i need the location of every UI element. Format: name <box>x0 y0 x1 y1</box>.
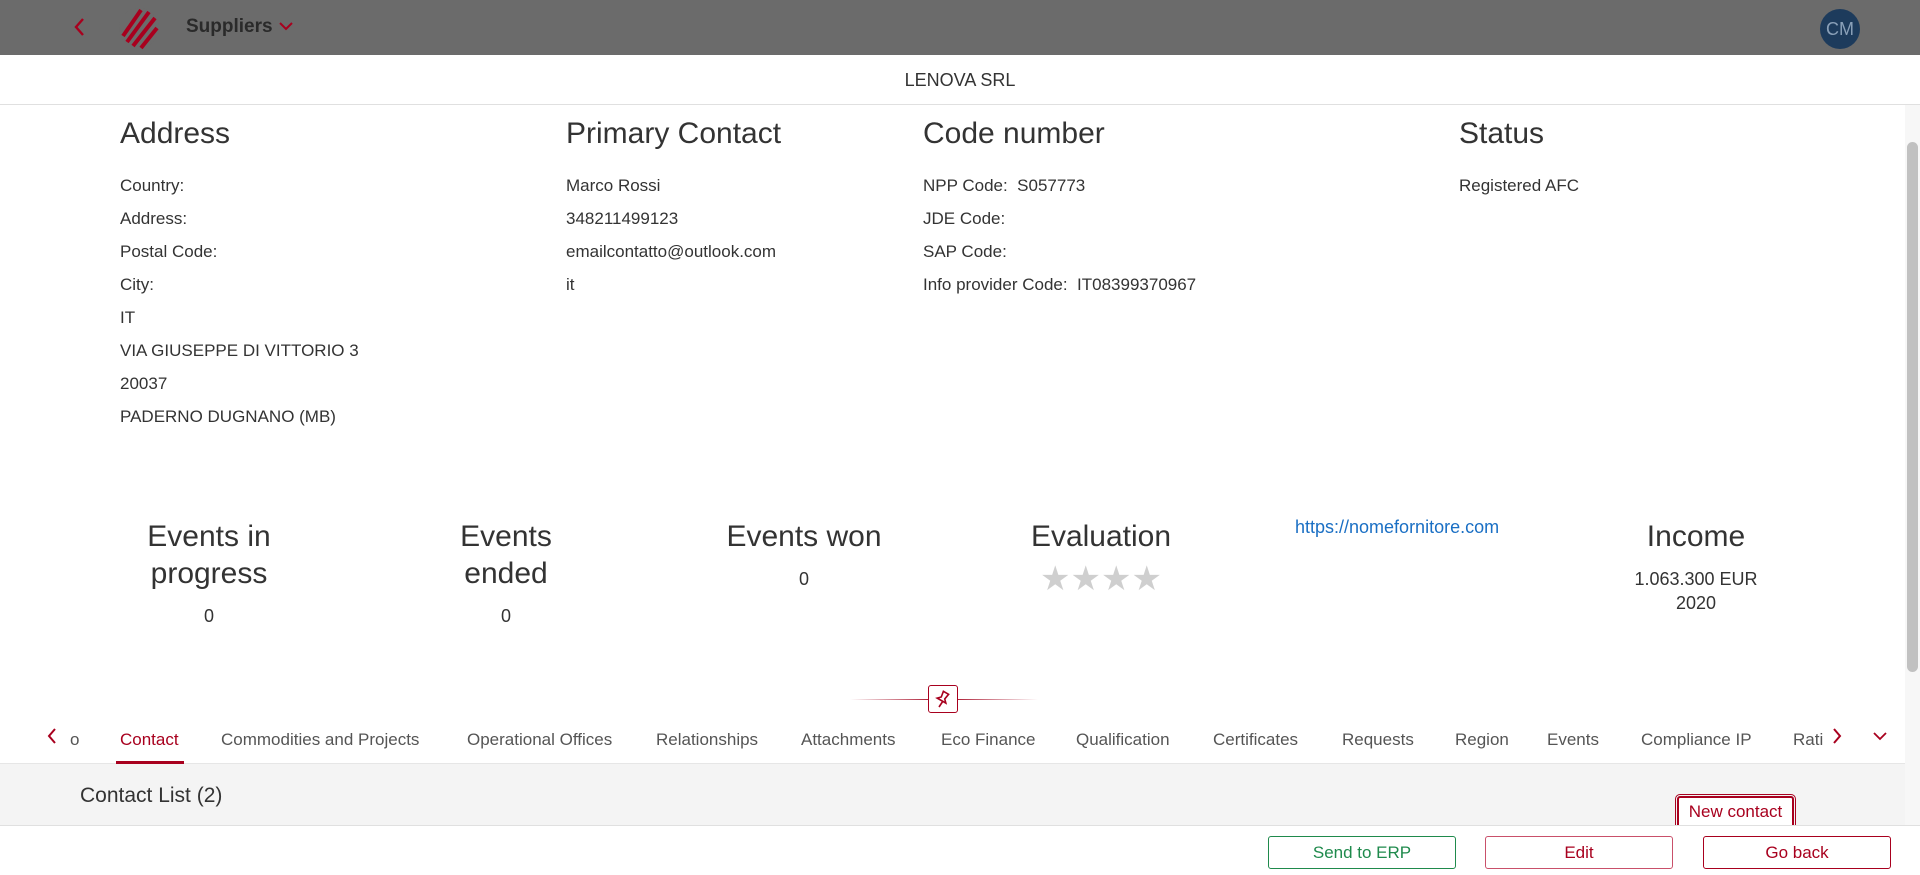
tab-rating-partial[interactable]: Rati <box>1793 730 1835 750</box>
kpi-evaluation: Evaluation ★★★★ <box>1015 518 1187 599</box>
kpi-title: ended <box>464 557 548 590</box>
jde-code: JDE Code: <box>923 209 1006 228</box>
tab-contact[interactable]: Contact <box>120 730 179 750</box>
app-title[interactable]: Suppliers <box>186 16 273 38</box>
sap-code: SAP Code: <box>923 242 1007 261</box>
edit-button[interactable]: Edit <box>1485 836 1673 869</box>
contact-name: Marco Rossi <box>566 176 661 195</box>
chevron-down-icon[interactable] <box>276 16 296 36</box>
address-line: 20037 <box>120 374 168 393</box>
address-line: Postal Code: <box>120 242 218 261</box>
tab-eco-finance[interactable]: Eco Finance <box>941 730 1036 750</box>
footer-bar: Send to ERP Edit Go back <box>0 825 1920 875</box>
tab-operational-offices[interactable]: Operational Offices <box>467 730 612 750</box>
kpi-events-won: Events won 0 <box>713 518 895 591</box>
new-contact-button[interactable]: New contact <box>1675 794 1796 830</box>
address-line: PADERNO DUGNANO (MB) <box>120 407 336 426</box>
contact-email: emailcontatto@outlook.com <box>566 242 777 261</box>
code-number-heading: Code number <box>923 117 1105 150</box>
chevron-down-icon[interactable] <box>1870 726 1892 752</box>
tab-qualification[interactable]: Qualification <box>1076 730 1170 750</box>
address-section: Address Country: Address: Postal Code: C… <box>120 117 359 433</box>
info-provider-code: Info provider Code: IT08399370967 <box>923 275 1197 294</box>
status-section: Status Registered AFC <box>1459 117 1579 202</box>
send-to-erp-button[interactable]: Send to ERP <box>1268 836 1456 869</box>
tab-attachments[interactable]: Attachments <box>801 730 896 750</box>
contact-language: it <box>566 275 575 294</box>
tab-commodities-and-projects[interactable]: Commodities and Projects <box>221 730 419 750</box>
primary-contact-section: Primary Contact Marco Rossi 348211499123… <box>566 117 781 301</box>
status-value: Registered AFC <box>1459 176 1579 195</box>
back-chevron-icon[interactable] <box>72 14 96 40</box>
pin-icon[interactable] <box>928 685 958 713</box>
kpi-value: 0 <box>798 569 809 589</box>
divider-line <box>958 699 1038 700</box>
kpi-title: Evaluation <box>1030 520 1172 553</box>
address-line: Address: <box>120 209 188 228</box>
company-name: LENOVA SRL <box>0 55 1920 105</box>
tab-partial[interactable]: o <box>70 730 79 750</box>
tab-relationships[interactable]: Relationships <box>656 730 758 750</box>
contact-phone: 348211499123 <box>566 209 679 228</box>
address-line: Country: <box>120 176 185 195</box>
code-number-section: Code number NPP Code: S057773 JDE Code: … <box>923 117 1196 301</box>
chevron-left-icon[interactable] <box>45 726 67 752</box>
kpi-title: Income <box>1646 520 1746 553</box>
status-heading: Status <box>1459 117 1545 150</box>
top-bar: Suppliers CM <box>0 0 1920 55</box>
logo-icon[interactable] <box>117 6 161 50</box>
contact-list-title: Contact List (2) <box>80 784 223 807</box>
scrollbar-thumb[interactable] <box>1907 142 1918 672</box>
tab-certificates[interactable]: Certificates <box>1213 730 1298 750</box>
kpi-events-ended: Events ended 0 <box>430 518 582 628</box>
tab-bar: o Contact Commodities and Projects Opera… <box>0 716 1905 764</box>
income-year: 2020 <box>1675 593 1717 613</box>
income-amount: 1.063.300 EUR <box>1634 569 1758 589</box>
address-line: VIA GIUSEPPE DI VITTORIO 3 <box>120 341 359 360</box>
kpi-title: Events won <box>726 520 882 553</box>
npp-code: NPP Code: S057773 <box>923 176 1086 195</box>
rating-stars[interactable]: ★★★★ <box>1015 559 1187 599</box>
address-line: IT <box>120 308 136 327</box>
kpi-income: Income 1.063.300 EUR 2020 <box>1620 518 1772 615</box>
website-link[interactable]: https://nomefornitore.com <box>1295 517 1499 538</box>
chevron-right-icon[interactable] <box>1830 726 1852 752</box>
address-line: City: <box>120 275 154 294</box>
kpi-title: Events in <box>147 520 271 553</box>
go-back-button[interactable]: Go back <box>1703 836 1891 869</box>
kpi-title: Events <box>460 520 552 553</box>
primary-contact-heading: Primary Contact <box>566 117 782 150</box>
kpi-value: 0 <box>203 606 214 626</box>
kpi-title: progress <box>150 557 268 590</box>
kpi-events-in-progress: Events in progress 0 <box>120 518 298 628</box>
tab-events[interactable]: Events <box>1547 730 1599 750</box>
tab-requests[interactable]: Requests <box>1342 730 1414 750</box>
address-heading: Address <box>120 117 231 150</box>
divider-line <box>850 699 928 700</box>
kpi-value: 0 <box>500 606 511 626</box>
tab-region[interactable]: Region <box>1455 730 1509 750</box>
avatar[interactable]: CM <box>1820 9 1860 49</box>
tab-compliance-ip[interactable]: Compliance IP <box>1641 730 1752 750</box>
